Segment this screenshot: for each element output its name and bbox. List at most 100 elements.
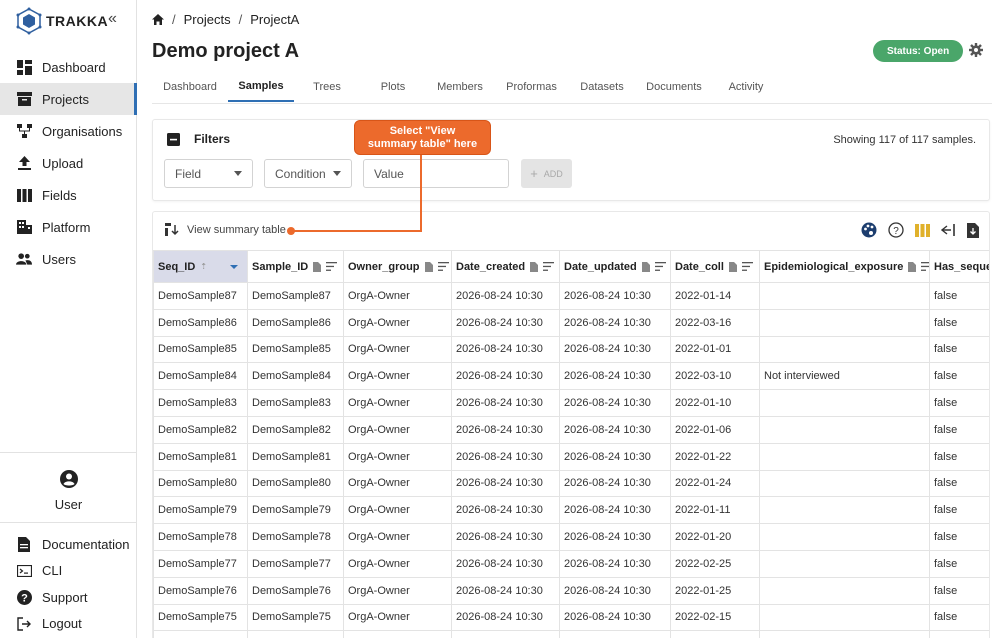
condition-select[interactable]: Condition	[264, 159, 352, 188]
table-cell[interactable]: OrgA-Owner	[343, 523, 452, 551]
breadcrumb-item-project[interactable]: ProjectA	[250, 12, 299, 27]
breadcrumb-item-projects[interactable]: Projects	[184, 12, 231, 27]
tab-members[interactable]: Members	[426, 72, 494, 102]
tab-datasets[interactable]: Datasets	[569, 72, 635, 102]
table-cell[interactable]: 2022-03-10	[670, 362, 760, 391]
columns-icon[interactable]	[915, 223, 930, 237]
column-header-epidemiological-exposure[interactable]: Epidemiological_exposure	[759, 250, 930, 283]
table-row[interactable]: DemoSample82 DemoSample82 OrgA-Owner 2026-0…	[153, 415, 989, 444]
table-cell[interactable]: DemoSample78	[153, 523, 248, 551]
sidebar-item-projects[interactable]: Projects	[0, 83, 137, 115]
tab-documents[interactable]: Documents	[635, 72, 713, 102]
sidebar-item-users[interactable]: Users	[0, 243, 137, 275]
table-cell[interactable]: DemoSample80	[153, 469, 248, 498]
sidebar-item-dashboard[interactable]: Dashboard	[0, 51, 137, 83]
table-cell[interactable]: 2022-02-25	[670, 549, 760, 578]
app-logo[interactable]: TRAKKA	[14, 4, 108, 38]
table-cell[interactable]: 2026-08-24 10:30	[451, 442, 560, 471]
table-cell[interactable]	[247, 630, 344, 638]
sidebar-item-logout[interactable]: Logout	[0, 611, 137, 638]
table-cell[interactable]: 2026-08-24 10:30	[451, 496, 560, 525]
table-cell[interactable]: DemoSample82	[247, 415, 344, 444]
table-cell[interactable]: 2022-01-11	[670, 496, 760, 525]
status-badge[interactable]: Status: Open	[873, 40, 964, 62]
filter-list-icon[interactable]	[741, 262, 753, 271]
column-header-seq-id[interactable]: Seq_ID ⇡	[153, 250, 248, 283]
sidebar-item-upload[interactable]: Upload	[0, 147, 137, 179]
table-cell[interactable]: false	[929, 335, 989, 364]
table-cell[interactable]: 2022-01-10	[670, 389, 760, 417]
sidebar-item-cli[interactable]: CLI	[0, 558, 137, 585]
column-header-sample-id[interactable]: Sample_ID	[247, 250, 344, 283]
table-cell[interactable]: false	[929, 389, 989, 417]
table-cell[interactable]: 2026-08-24 10:30	[559, 442, 671, 471]
column-header-owner-group[interactable]: Owner_group	[343, 250, 452, 283]
filter-list-icon[interactable]	[654, 262, 666, 271]
table-cell[interactable]: OrgA-Owner	[343, 362, 452, 391]
table-cell[interactable]: DemoSample81	[247, 442, 344, 471]
table-row[interactable]: DemoSample77 DemoSample77 OrgA-Owner 2026-0…	[153, 549, 989, 578]
table-row[interactable]: DemoSample76 DemoSample76 OrgA-Owner 2026-0…	[153, 576, 989, 605]
table-row[interactable]: DemoSample86 DemoSample86 OrgA-Owner 2026-0…	[153, 308, 989, 337]
table-cell[interactable]: 2026-08-24 10:30	[451, 415, 560, 444]
add-filter-button[interactable]: + ADD	[521, 159, 572, 188]
export-icon[interactable]	[967, 222, 979, 238]
collapse-filters-icon[interactable]	[167, 132, 180, 146]
table-cell[interactable]: DemoSample77	[247, 549, 344, 578]
sidebar-item-fields[interactable]: Fields	[0, 179, 137, 211]
view-summary-table-button[interactable]: View summary table	[165, 223, 286, 236]
table-cell[interactable]: 2026-08-24 10:30	[559, 415, 671, 444]
table-cell[interactable]: OrgA-Owner	[343, 389, 452, 417]
help-icon[interactable]: ?	[888, 222, 904, 238]
table-cell[interactable]: false	[929, 603, 989, 632]
table-cell[interactable]: DemoSample83	[153, 389, 248, 417]
table-cell[interactable]: DemoSample76	[247, 576, 344, 605]
table-cell[interactable]: OrgA-Owner	[343, 603, 452, 632]
table-cell[interactable]	[759, 603, 930, 632]
sidebar-item-support[interactable]: ? Support	[0, 584, 137, 611]
table-cell[interactable]: 2026-08-24 10:30	[559, 603, 671, 632]
table-cell[interactable]: 2026-08-24 10:30	[559, 308, 671, 337]
table-cell[interactable]: DemoSample84	[153, 362, 248, 391]
table-cell[interactable]: DemoSample79	[247, 496, 344, 525]
table-cell[interactable]: OrgA-Owner	[343, 308, 452, 337]
table-row[interactable]: DemoSample84 DemoSample84 OrgA-Owner 2026-0…	[153, 362, 989, 391]
palette-icon[interactable]	[861, 222, 877, 238]
table-cell[interactable]: 2022-01-24	[670, 469, 760, 498]
table-cell[interactable]: 2026-08-24 10:30	[451, 389, 560, 417]
table-cell[interactable]: 2026-08-24 10:30	[451, 362, 560, 391]
sort-desc-icon[interactable]	[230, 264, 238, 269]
table-cell[interactable]: DemoSample75	[153, 603, 248, 632]
tab-samples[interactable]: Samples	[228, 72, 294, 102]
column-header-has-sequence[interactable]: Has_sequen	[929, 250, 989, 283]
column-header-date-coll[interactable]: Date_coll	[670, 250, 760, 283]
table-cell[interactable]: false	[929, 576, 989, 605]
table-cell[interactable]: false	[929, 442, 989, 471]
collapse-sidebar-icon[interactable]: «	[108, 10, 117, 28]
sidebar-item-platform[interactable]: Platform	[0, 211, 137, 243]
table-cell[interactable]: DemoSample84	[247, 362, 344, 391]
table-row[interactable]: DemoSample85 DemoSample85 OrgA-Owner 2026-0…	[153, 335, 989, 364]
table-cell[interactable]: DemoSample77	[153, 549, 248, 578]
sidebar-item-organisations[interactable]: Organisations	[0, 115, 137, 147]
table-cell[interactable]: 2022-03-16	[670, 308, 760, 337]
filters-header[interactable]: Filters	[167, 132, 230, 146]
table-cell[interactable]	[759, 630, 930, 638]
table-cell[interactable]: false	[929, 308, 989, 337]
table-cell[interactable]: 2026-08-24 10:30	[559, 282, 671, 310]
filter-list-icon[interactable]	[921, 262, 929, 271]
table-cell[interactable]: DemoSample86	[153, 308, 248, 337]
table-cell[interactable]: false	[929, 362, 989, 391]
table-cell[interactable]: 2026-08-24 10:30	[559, 469, 671, 498]
table-cell[interactable]: false	[929, 523, 989, 551]
tab-trees[interactable]: Trees	[294, 72, 360, 102]
table-cell[interactable]: 2026-08-24 10:30	[451, 308, 560, 337]
table-cell[interactable]: DemoSample83	[247, 389, 344, 417]
user-menu[interactable]: User	[0, 462, 137, 522]
table-cell[interactable]	[559, 630, 671, 638]
copy-icon[interactable]	[313, 261, 322, 272]
table-cell[interactable]: DemoSample87	[153, 282, 248, 310]
table-cell[interactable]: 2022-01-14	[670, 282, 760, 310]
table-row[interactable]: DemoSample87 DemoSample87 OrgA-Owner 2026-0…	[153, 282, 989, 310]
table-cell[interactable]: DemoSample85	[247, 335, 344, 364]
